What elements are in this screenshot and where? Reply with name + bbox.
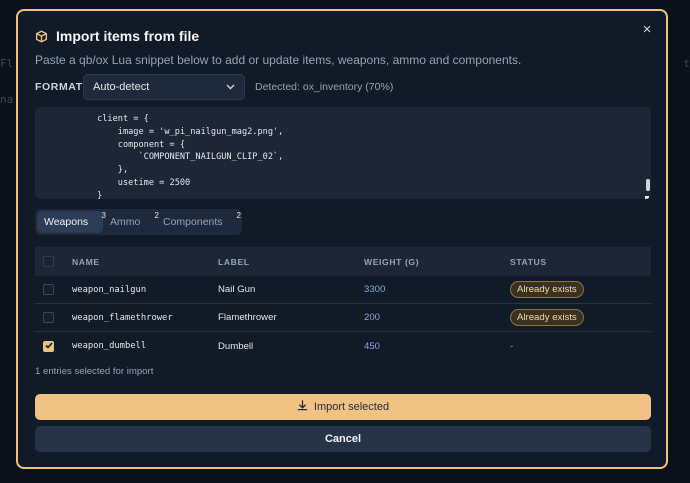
- tab-components[interactable]: Components 2: [156, 211, 241, 233]
- background-text: na: [0, 93, 14, 106]
- tab-label: Weapons: [44, 216, 89, 228]
- selection-info: 1 entries selected for import: [35, 366, 154, 377]
- status-badge: Already exists: [510, 309, 584, 326]
- background-text: Fl: [0, 57, 14, 70]
- close-button[interactable]: ×: [638, 21, 656, 39]
- item-label: Nail Gun: [218, 284, 256, 295]
- tab-weapons[interactable]: Weapons 3: [37, 211, 106, 233]
- table-row[interactable]: weapon_nailgun Nail Gun 3300 Already exi…: [35, 276, 651, 304]
- row-checkbox[interactable]: [43, 284, 54, 295]
- import-selected-button[interactable]: Import selected: [35, 394, 651, 420]
- modal-header: Import items from file: [35, 28, 199, 44]
- modal-subtitle: Paste a qb/ox Lua snippet below to add o…: [35, 53, 522, 67]
- close-icon[interactable]: ×: [643, 21, 652, 38]
- column-header-weight: WEIGHT (G): [364, 256, 420, 267]
- scroll-down-arrow[interactable]: [645, 196, 649, 199]
- import-button-label: Import selected: [313, 401, 390, 413]
- download-icon: [297, 400, 308, 414]
- items-table: NAME LABEL WEIGHT (G) STATUS weapon_nail…: [35, 247, 651, 360]
- background-text: t: [683, 57, 690, 70]
- tab-ammo[interactable]: Ammo 2: [103, 211, 159, 233]
- cancel-button[interactable]: Cancel: [35, 426, 651, 452]
- modal-title: Import items from file: [56, 28, 200, 44]
- tab-label: Components: [163, 216, 223, 228]
- import-modal: × Import items from file Paste a qb/ox L…: [16, 9, 668, 469]
- table-row[interactable]: weapon_dumbell Dumbell 450 -: [35, 332, 651, 360]
- status-empty: -: [510, 340, 514, 352]
- code-textarea[interactable]: client = { image = 'w_pi_nailgun_mag2.pn…: [35, 107, 651, 199]
- package-icon: [35, 30, 48, 43]
- item-weight: 450: [364, 340, 381, 352]
- cancel-button-label: Cancel: [324, 433, 362, 445]
- item-label: Dumbell: [218, 340, 254, 352]
- format-row: FORMAT Auto-detect Detected: ox_inventor…: [35, 74, 393, 100]
- status-badge: Already exists: [510, 281, 584, 298]
- item-name: weapon_dumbell: [72, 341, 147, 351]
- tab-count: 2: [236, 211, 241, 220]
- format-select[interactable]: Auto-detect: [83, 74, 245, 100]
- row-checkbox-checked[interactable]: [43, 340, 54, 352]
- column-header-status: STATUS: [510, 256, 547, 267]
- detected-format: Detected: ox_inventory (70%): [255, 81, 394, 93]
- table-row[interactable]: weapon_flamethrower Flamethrower 200 Alr…: [35, 304, 651, 332]
- item-name: weapon_nailgun: [72, 284, 147, 295]
- category-tabs: Weapons 3 Ammo 2 Components 2: [35, 209, 242, 235]
- column-header-name: NAME: [72, 256, 100, 267]
- item-label: Flamethrower: [218, 312, 277, 323]
- column-header-label: LABEL: [218, 256, 250, 267]
- code-content: client = { image = 'w_pi_nailgun_mag2.pn…: [97, 114, 284, 199]
- format-select-value: Auto-detect: [93, 81, 150, 93]
- row-checkbox[interactable]: [43, 312, 54, 323]
- item-weight: 3300: [364, 284, 386, 295]
- code-scrollbar-thumb[interactable]: [646, 179, 650, 191]
- item-weight: 200: [364, 312, 381, 323]
- table-header: NAME LABEL WEIGHT (G) STATUS: [35, 247, 651, 276]
- format-label: FORMAT: [35, 81, 83, 93]
- chevron-down-icon: [226, 82, 235, 92]
- select-all-checkbox[interactable]: [43, 256, 54, 267]
- tab-label: Ammo: [110, 216, 141, 228]
- check-icon: [44, 341, 53, 352]
- item-name: weapon_flamethrower: [72, 312, 173, 323]
